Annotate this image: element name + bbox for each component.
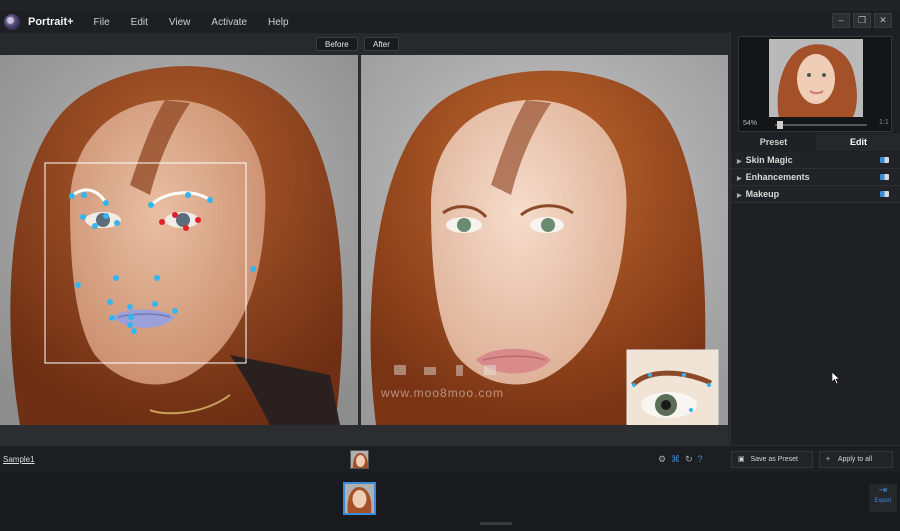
save-as-preset-button[interactable]: ▣ Save as Preset [731, 451, 813, 468]
menu-bar: File Edit View Activate Help [94, 17, 289, 28]
menu-view[interactable]: View [169, 17, 191, 28]
eye-zoom-inset [626, 349, 719, 425]
face-detect-icon[interactable]: ⚙ [658, 454, 666, 465]
compare-view: Before After www.moo8moo.com [0, 33, 730, 445]
filmstrip: ⇥ Export [0, 472, 900, 531]
plus-icon: + [826, 456, 831, 463]
navigator[interactable]: 54% 1:1 [738, 36, 892, 132]
current-image-thumbnail[interactable] [350, 450, 369, 469]
expand-arrow-icon: ▶ [737, 193, 742, 199]
zoom-slider-handle[interactable] [777, 121, 783, 129]
navigator-thumbnail[interactable] [769, 39, 863, 117]
menu-help[interactable]: Help [268, 17, 289, 28]
zoom-percentage: 54% [743, 120, 758, 127]
after-image-pane[interactable]: www.moo8moo.com [361, 55, 728, 425]
filmstrip-resize-handle[interactable] [480, 522, 512, 525]
section-makeup[interactable]: ▶ Makeup [731, 186, 900, 203]
toggle-switch[interactable] [880, 191, 889, 197]
menu-edit[interactable]: Edit [131, 17, 148, 28]
section-label: Enhancements [745, 172, 810, 182]
section-skin-magic[interactable]: ▶ Skin Magic [731, 152, 900, 169]
file-name-link[interactable]: Sample1 [3, 455, 35, 464]
save-icon: ▣ [738, 456, 745, 463]
before-after-bar: Before After [0, 33, 730, 55]
section-enhancements[interactable]: ▶ Enhancements [731, 169, 900, 186]
tab-preset[interactable]: Preset [731, 133, 816, 151]
save-preset-label: Save as Preset [750, 456, 798, 463]
after-pane-footer [361, 425, 728, 445]
toggle-switch[interactable] [880, 157, 889, 163]
portrait-plus-window: Portrait+ File Edit View Activate Help –… [0, 0, 900, 531]
expand-arrow-icon: ▶ [737, 176, 742, 182]
export-icon: ⇥ [878, 485, 888, 496]
watermark-text: www.moo8moo.com [380, 386, 504, 400]
status-bar: Sample1 ⚙ ⌘ ↻ ? ▣ Save as Preset + Apply… [0, 445, 900, 472]
filmstrip-thumbnail[interactable] [343, 482, 376, 515]
apply-all-label: Apply to all [837, 456, 873, 463]
restore-button[interactable]: ❐ [853, 13, 871, 28]
edit-panel: 54% 1:1 Preset Edit ▶ Skin Magic ▶ Enhance… [730, 33, 900, 445]
zoom-actual-size-button[interactable]: 1:1 [879, 119, 889, 126]
menu-file[interactable]: File [94, 17, 110, 28]
before-image-pane[interactable] [0, 55, 358, 425]
export-button[interactable]: ⇥ Export [869, 484, 897, 512]
expand-arrow-icon: ▶ [737, 159, 742, 165]
apply-to-all-button[interactable]: + Apply to all [819, 451, 893, 468]
reset-icon[interactable]: ↻ [685, 454, 693, 465]
help-button[interactable]: ? [698, 454, 703, 465]
export-label: Export [874, 498, 892, 504]
after-portrait-image: www.moo8moo.com [361, 55, 728, 425]
mouse-cursor-icon [832, 372, 840, 384]
app-logo-icon [4, 14, 20, 30]
view-tools: ⚙ ⌘ ↻ ? [658, 454, 703, 465]
section-label: Makeup [745, 189, 780, 199]
window-controls: – ❐ ✕ [832, 13, 892, 28]
after-button[interactable]: After [364, 37, 399, 51]
panel-tabs: Preset Edit [731, 133, 900, 151]
section-label: Skin Magic [745, 155, 793, 165]
close-button[interactable]: ✕ [874, 13, 892, 28]
title-bar: Portrait+ File Edit View Activate Help –… [0, 11, 900, 33]
before-portrait-image [0, 55, 358, 425]
landmarks-icon[interactable]: ⌘ [671, 454, 680, 465]
minimize-button[interactable]: – [832, 13, 850, 28]
before-button[interactable]: Before [316, 37, 358, 51]
before-pane-footer [0, 425, 358, 445]
menu-activate[interactable]: Activate [211, 17, 247, 28]
zoom-slider-track[interactable] [775, 124, 867, 126]
app-title: Portrait+ [28, 16, 74, 28]
tab-edit[interactable]: Edit [816, 133, 900, 151]
toggle-switch[interactable] [880, 174, 889, 180]
